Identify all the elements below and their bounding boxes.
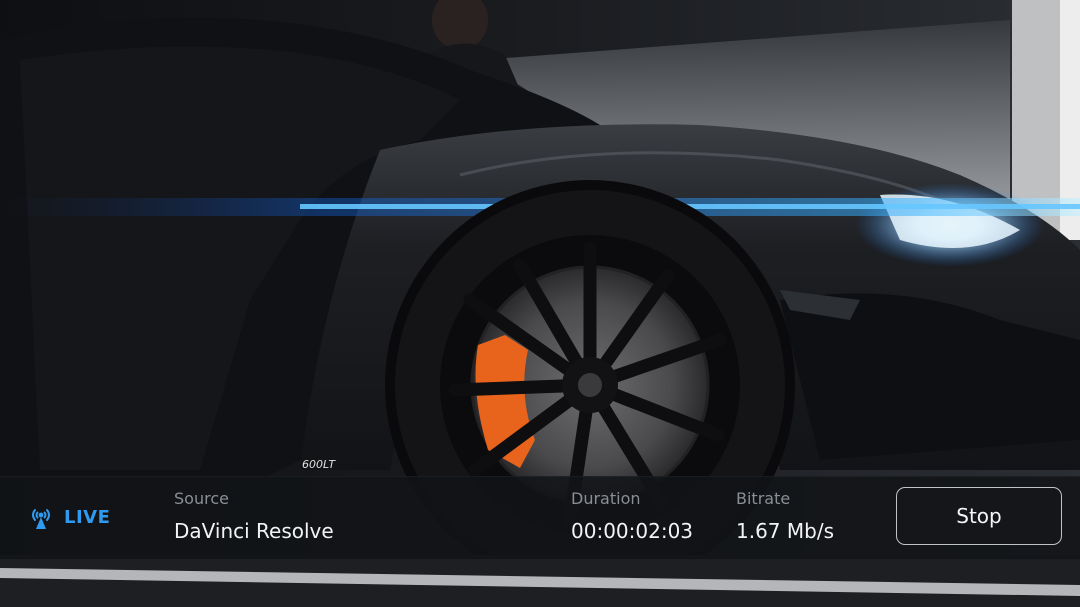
duration-label: Duration	[571, 489, 641, 508]
live-preview-window: 600LT LIVE Source DaVinci Resolve Durati…	[0, 0, 1080, 607]
broadcast-icon	[32, 509, 50, 529]
live-label: LIVE	[64, 507, 111, 528]
bitrate-label: Bitrate	[736, 489, 791, 508]
bitrate-field: Bitrate 1.67 Mb/s	[736, 489, 834, 545]
source-label: Source	[174, 489, 229, 508]
duration-value: 00:00:02:03	[571, 519, 694, 543]
source-value: DaVinci Resolve	[174, 519, 334, 543]
source-field: Source DaVinci Resolve	[174, 489, 334, 545]
live-indicator: LIVE	[28, 505, 110, 531]
stream-status-bar: LIVE Source DaVinci Resolve Duration 00:…	[0, 476, 1080, 560]
stop-button[interactable]: Stop	[896, 487, 1062, 545]
duration-field: Duration 00:00:02:03	[571, 489, 693, 545]
bitrate-value: 1.67 Mb/s	[736, 519, 834, 543]
model-badge: 600LT	[302, 458, 336, 471]
